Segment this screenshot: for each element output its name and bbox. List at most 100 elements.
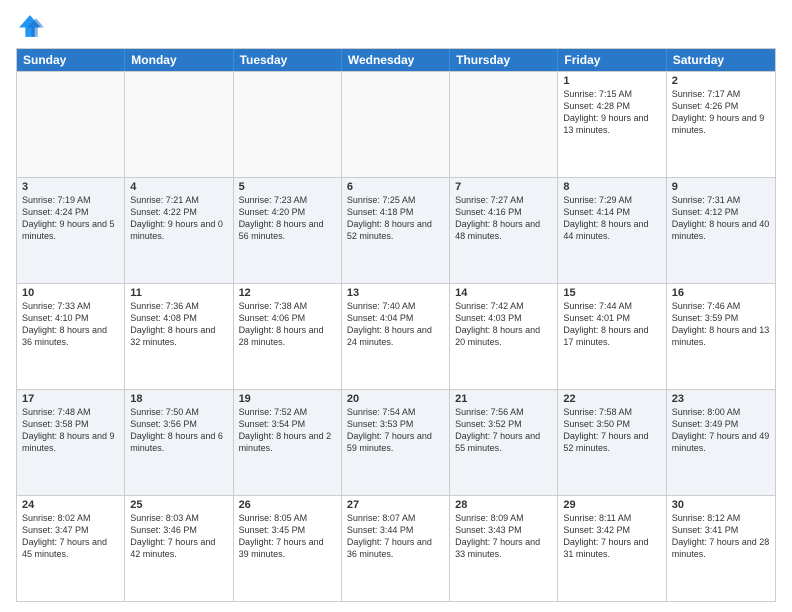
header-day-sunday: Sunday xyxy=(17,49,125,71)
day-number: 20 xyxy=(347,393,444,405)
cal-cell-26: 26Sunrise: 8:05 AM Sunset: 3:45 PM Dayli… xyxy=(234,496,342,601)
day-number: 8 xyxy=(563,181,660,193)
day-number: 15 xyxy=(563,287,660,299)
cell-info: Sunrise: 8:11 AM Sunset: 3:42 PM Dayligh… xyxy=(563,512,660,561)
cell-info: Sunrise: 8:00 AM Sunset: 3:49 PM Dayligh… xyxy=(672,406,770,455)
cell-info: Sunrise: 7:36 AM Sunset: 4:08 PM Dayligh… xyxy=(130,300,227,349)
cal-cell-17: 17Sunrise: 7:48 AM Sunset: 3:58 PM Dayli… xyxy=(17,390,125,495)
cell-info: Sunrise: 7:33 AM Sunset: 4:10 PM Dayligh… xyxy=(22,300,119,349)
cal-cell-28: 28Sunrise: 8:09 AM Sunset: 3:43 PM Dayli… xyxy=(450,496,558,601)
cal-cell-5: 5Sunrise: 7:23 AM Sunset: 4:20 PM Daylig… xyxy=(234,178,342,283)
page: SundayMondayTuesdayWednesdayThursdayFrid… xyxy=(0,0,792,612)
cal-cell-7: 7Sunrise: 7:27 AM Sunset: 4:16 PM Daylig… xyxy=(450,178,558,283)
day-number: 25 xyxy=(130,499,227,511)
header-day-saturday: Saturday xyxy=(667,49,775,71)
cal-cell-8: 8Sunrise: 7:29 AM Sunset: 4:14 PM Daylig… xyxy=(558,178,666,283)
cal-cell-13: 13Sunrise: 7:40 AM Sunset: 4:04 PM Dayli… xyxy=(342,284,450,389)
cal-cell-11: 11Sunrise: 7:36 AM Sunset: 4:08 PM Dayli… xyxy=(125,284,233,389)
day-number: 12 xyxy=(239,287,336,299)
cal-cell-25: 25Sunrise: 8:03 AM Sunset: 3:46 PM Dayli… xyxy=(125,496,233,601)
cal-cell-9: 9Sunrise: 7:31 AM Sunset: 4:12 PM Daylig… xyxy=(667,178,775,283)
logo-icon xyxy=(16,12,44,40)
day-number: 9 xyxy=(672,181,770,193)
cal-cell-24: 24Sunrise: 8:02 AM Sunset: 3:47 PM Dayli… xyxy=(17,496,125,601)
cell-info: Sunrise: 7:38 AM Sunset: 4:06 PM Dayligh… xyxy=(239,300,336,349)
logo xyxy=(16,12,48,40)
cal-cell-empty-4 xyxy=(450,72,558,177)
header-day-monday: Monday xyxy=(125,49,233,71)
cell-info: Sunrise: 7:54 AM Sunset: 3:53 PM Dayligh… xyxy=(347,406,444,455)
day-number: 30 xyxy=(672,499,770,511)
cal-cell-20: 20Sunrise: 7:54 AM Sunset: 3:53 PM Dayli… xyxy=(342,390,450,495)
cal-cell-30: 30Sunrise: 8:12 AM Sunset: 3:41 PM Dayli… xyxy=(667,496,775,601)
cell-info: Sunrise: 7:52 AM Sunset: 3:54 PM Dayligh… xyxy=(239,406,336,455)
cal-cell-21: 21Sunrise: 7:56 AM Sunset: 3:52 PM Dayli… xyxy=(450,390,558,495)
cell-info: Sunrise: 7:40 AM Sunset: 4:04 PM Dayligh… xyxy=(347,300,444,349)
header-day-wednesday: Wednesday xyxy=(342,49,450,71)
cal-cell-22: 22Sunrise: 7:58 AM Sunset: 3:50 PM Dayli… xyxy=(558,390,666,495)
day-number: 1 xyxy=(563,75,660,87)
cell-info: Sunrise: 7:48 AM Sunset: 3:58 PM Dayligh… xyxy=(22,406,119,455)
day-number: 26 xyxy=(239,499,336,511)
cal-cell-empty-0 xyxy=(17,72,125,177)
day-number: 24 xyxy=(22,499,119,511)
day-number: 4 xyxy=(130,181,227,193)
cell-info: Sunrise: 7:50 AM Sunset: 3:56 PM Dayligh… xyxy=(130,406,227,455)
cell-info: Sunrise: 7:27 AM Sunset: 4:16 PM Dayligh… xyxy=(455,194,552,243)
day-number: 27 xyxy=(347,499,444,511)
day-number: 14 xyxy=(455,287,552,299)
cal-cell-15: 15Sunrise: 7:44 AM Sunset: 4:01 PM Dayli… xyxy=(558,284,666,389)
day-number: 10 xyxy=(22,287,119,299)
cell-info: Sunrise: 7:42 AM Sunset: 4:03 PM Dayligh… xyxy=(455,300,552,349)
cell-info: Sunrise: 8:03 AM Sunset: 3:46 PM Dayligh… xyxy=(130,512,227,561)
header-day-friday: Friday xyxy=(558,49,666,71)
day-number: 3 xyxy=(22,181,119,193)
cal-cell-empty-2 xyxy=(234,72,342,177)
cell-info: Sunrise: 8:12 AM Sunset: 3:41 PM Dayligh… xyxy=(672,512,770,561)
day-number: 17 xyxy=(22,393,119,405)
cell-info: Sunrise: 7:23 AM Sunset: 4:20 PM Dayligh… xyxy=(239,194,336,243)
cal-cell-2: 2Sunrise: 7:17 AM Sunset: 4:26 PM Daylig… xyxy=(667,72,775,177)
cell-info: Sunrise: 8:05 AM Sunset: 3:45 PM Dayligh… xyxy=(239,512,336,561)
cal-cell-12: 12Sunrise: 7:38 AM Sunset: 4:06 PM Dayli… xyxy=(234,284,342,389)
cal-cell-4: 4Sunrise: 7:21 AM Sunset: 4:22 PM Daylig… xyxy=(125,178,233,283)
cal-cell-18: 18Sunrise: 7:50 AM Sunset: 3:56 PM Dayli… xyxy=(125,390,233,495)
calendar-row-4: 17Sunrise: 7:48 AM Sunset: 3:58 PM Dayli… xyxy=(17,389,775,495)
cal-cell-29: 29Sunrise: 8:11 AM Sunset: 3:42 PM Dayli… xyxy=(558,496,666,601)
cell-info: Sunrise: 7:15 AM Sunset: 4:28 PM Dayligh… xyxy=(563,88,660,137)
cell-info: Sunrise: 7:44 AM Sunset: 4:01 PM Dayligh… xyxy=(563,300,660,349)
calendar-body: 1Sunrise: 7:15 AM Sunset: 4:28 PM Daylig… xyxy=(17,71,775,601)
day-number: 5 xyxy=(239,181,336,193)
cal-cell-14: 14Sunrise: 7:42 AM Sunset: 4:03 PM Dayli… xyxy=(450,284,558,389)
cell-info: Sunrise: 7:25 AM Sunset: 4:18 PM Dayligh… xyxy=(347,194,444,243)
header xyxy=(16,12,776,40)
cell-info: Sunrise: 8:02 AM Sunset: 3:47 PM Dayligh… xyxy=(22,512,119,561)
day-number: 22 xyxy=(563,393,660,405)
cell-info: Sunrise: 7:29 AM Sunset: 4:14 PM Dayligh… xyxy=(563,194,660,243)
cal-cell-27: 27Sunrise: 8:07 AM Sunset: 3:44 PM Dayli… xyxy=(342,496,450,601)
day-number: 6 xyxy=(347,181,444,193)
cal-cell-23: 23Sunrise: 8:00 AM Sunset: 3:49 PM Dayli… xyxy=(667,390,775,495)
calendar-row-5: 24Sunrise: 8:02 AM Sunset: 3:47 PM Dayli… xyxy=(17,495,775,601)
cal-cell-3: 3Sunrise: 7:19 AM Sunset: 4:24 PM Daylig… xyxy=(17,178,125,283)
day-number: 29 xyxy=(563,499,660,511)
day-number: 2 xyxy=(672,75,770,87)
day-number: 21 xyxy=(455,393,552,405)
day-number: 16 xyxy=(672,287,770,299)
day-number: 23 xyxy=(672,393,770,405)
cal-cell-empty-1 xyxy=(125,72,233,177)
cal-cell-6: 6Sunrise: 7:25 AM Sunset: 4:18 PM Daylig… xyxy=(342,178,450,283)
cell-info: Sunrise: 8:09 AM Sunset: 3:43 PM Dayligh… xyxy=(455,512,552,561)
day-number: 18 xyxy=(130,393,227,405)
cell-info: Sunrise: 7:58 AM Sunset: 3:50 PM Dayligh… xyxy=(563,406,660,455)
cell-info: Sunrise: 7:46 AM Sunset: 3:59 PM Dayligh… xyxy=(672,300,770,349)
day-number: 19 xyxy=(239,393,336,405)
day-number: 13 xyxy=(347,287,444,299)
cal-cell-19: 19Sunrise: 7:52 AM Sunset: 3:54 PM Dayli… xyxy=(234,390,342,495)
cell-info: Sunrise: 7:19 AM Sunset: 4:24 PM Dayligh… xyxy=(22,194,119,243)
calendar-row-3: 10Sunrise: 7:33 AM Sunset: 4:10 PM Dayli… xyxy=(17,283,775,389)
header-day-tuesday: Tuesday xyxy=(234,49,342,71)
day-number: 11 xyxy=(130,287,227,299)
calendar-row-2: 3Sunrise: 7:19 AM Sunset: 4:24 PM Daylig… xyxy=(17,177,775,283)
cell-info: Sunrise: 8:07 AM Sunset: 3:44 PM Dayligh… xyxy=(347,512,444,561)
